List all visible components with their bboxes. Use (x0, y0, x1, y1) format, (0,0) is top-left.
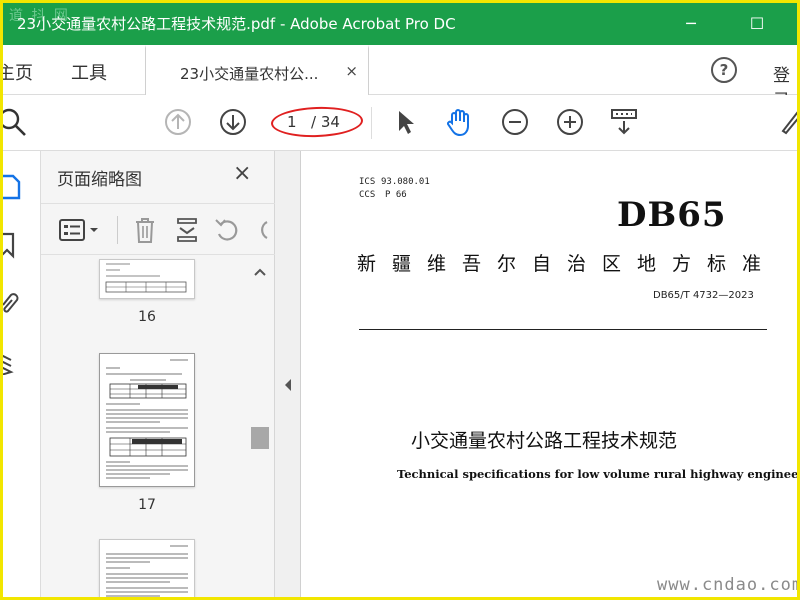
panel-splitter[interactable] (275, 151, 301, 597)
page-thumbnail-16[interactable] (99, 259, 195, 299)
layers-icon[interactable] (0, 347, 25, 375)
ccs-label: CCS (359, 190, 376, 200)
page-thumbnail-17[interactable] (99, 353, 195, 487)
thumbnail-scrollbar[interactable] (251, 259, 269, 597)
thumbnail-options-icon[interactable] (59, 218, 103, 242)
close-tab-icon[interactable]: × (345, 62, 358, 80)
header-rule (359, 329, 767, 330)
rotate-clockwise-icon[interactable] (255, 216, 271, 244)
ics-label: ICS (359, 177, 376, 187)
zoom-out-icon[interactable] (498, 105, 532, 139)
search-icon[interactable] (0, 105, 31, 139)
page-thumbnail-label: 17 (138, 497, 156, 513)
bookmarks-icon[interactable] (0, 231, 25, 259)
page-thumbnail-label: 16 (138, 309, 156, 325)
extract-page-icon[interactable] (175, 216, 199, 244)
window-title: 23小交通量农村公路工程技术规范.pdf - Adobe Acrobat Pro… (17, 15, 456, 33)
minimize-button[interactable]: ─ (671, 11, 711, 37)
scroll-up-icon[interactable] (251, 265, 269, 279)
document-title-en: Technical specifications for low volume … (397, 467, 800, 481)
document-tab[interactable]: 23小交通量农村公... × (145, 45, 369, 95)
tools-tab[interactable]: 工具 (71, 59, 107, 85)
zoom-in-icon[interactable] (553, 105, 587, 139)
attachments-icon[interactable] (0, 289, 25, 317)
home-tab[interactable]: 主页 (3, 59, 33, 85)
page-thumbnail-18[interactable] (99, 539, 195, 597)
left-navigation-rail (0, 151, 41, 597)
help-icon[interactable]: ? (711, 57, 737, 83)
thumbnail-preview (106, 359, 188, 479)
panel-toolbar (41, 203, 275, 255)
scrollbar-thumb[interactable] (251, 427, 269, 449)
panel-divider (117, 216, 118, 244)
ccs-value: P 66 (385, 190, 407, 200)
pen-icon[interactable] (773, 105, 800, 139)
rotate-page-icon[interactable] (213, 216, 241, 244)
page-thumbnails-panel: 页面缩略图 × 16 17 (41, 151, 275, 597)
previous-page-icon[interactable] (161, 105, 195, 139)
document-title-cn: 小交通量农村公路工程技术规范 (411, 430, 678, 452)
collapse-panel-icon[interactable] (284, 379, 292, 391)
maximize-button[interactable]: ☐ (737, 11, 777, 37)
standard-number: DB65/T 4732—2023 (653, 290, 754, 301)
hand-tool-icon[interactable] (443, 105, 477, 139)
panel-title: 页面缩略图 (57, 170, 142, 190)
acrobat-window: 道 抖 网 23小交通量农村公路工程技术规范.pdf - Adobe Acrob… (0, 0, 800, 600)
menu-bar: 主页 工具 23小交通量农村公... × ? 登录 (3, 45, 797, 111)
toolbar-divider (371, 107, 372, 139)
document-page: ICS 93.080.01 CCS P 66 DB65 新疆维吾尔自治区地方标准… (301, 151, 800, 597)
site-watermark: www.cndao.com (657, 575, 800, 595)
toolbar: 1 / 34 (0, 95, 800, 151)
title-bar: 道 抖 网 23小交通量农村公路工程技术规范.pdf - Adobe Acrob… (3, 3, 797, 45)
page-display-icon[interactable] (607, 105, 641, 139)
next-page-icon[interactable] (216, 105, 250, 139)
standard-type-heading: 新疆维吾尔自治区地方标准 (357, 253, 778, 275)
select-pointer-icon[interactable] (389, 105, 423, 139)
document-tab-label: 23小交通量农村公... (180, 65, 319, 83)
close-panel-icon[interactable]: × (233, 161, 251, 186)
thumbnail-preview (106, 545, 188, 597)
page-thumbnails-icon[interactable] (0, 173, 25, 201)
db-standard-mark: DB65 (617, 195, 727, 235)
delete-page-icon[interactable] (133, 216, 157, 244)
thumbnail-preview (105, 263, 187, 293)
ics-value: 93.080.01 (381, 177, 430, 187)
